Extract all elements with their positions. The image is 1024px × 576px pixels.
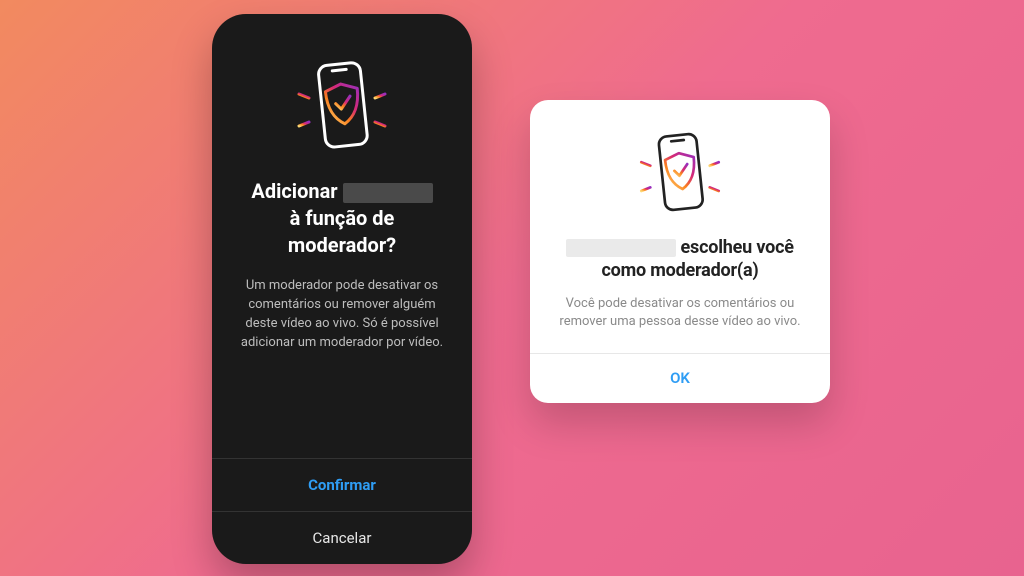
phone-shield-icon [630,128,730,218]
moderator-notice-dialog: escolheu você como moderador(a) Você pod… [530,100,830,403]
dialog-title: escolheu você como moderador(a) [552,236,808,283]
cancel-button[interactable]: Cancelar [212,511,472,564]
add-moderator-dialog: Adicionar à função de moderador? Um mode… [212,14,472,564]
ok-button[interactable]: OK [530,353,830,403]
dialog-actions: Confirmar Cancelar [212,458,472,564]
confirm-button[interactable]: Confirmar [212,458,472,511]
dialog-title: Adicionar à função de moderador? [234,178,450,259]
redacted-username [343,183,433,203]
title-prefix: Adicionar [251,179,337,203]
phone-shield-icon [287,56,397,156]
title-suffix: à função de moderador? [288,206,396,257]
redacted-username [566,239,676,257]
dialog-body: Você pode desativar os comentários ou re… [552,295,808,331]
dialog-body: Um moderador pode desativar os comentári… [234,277,450,352]
